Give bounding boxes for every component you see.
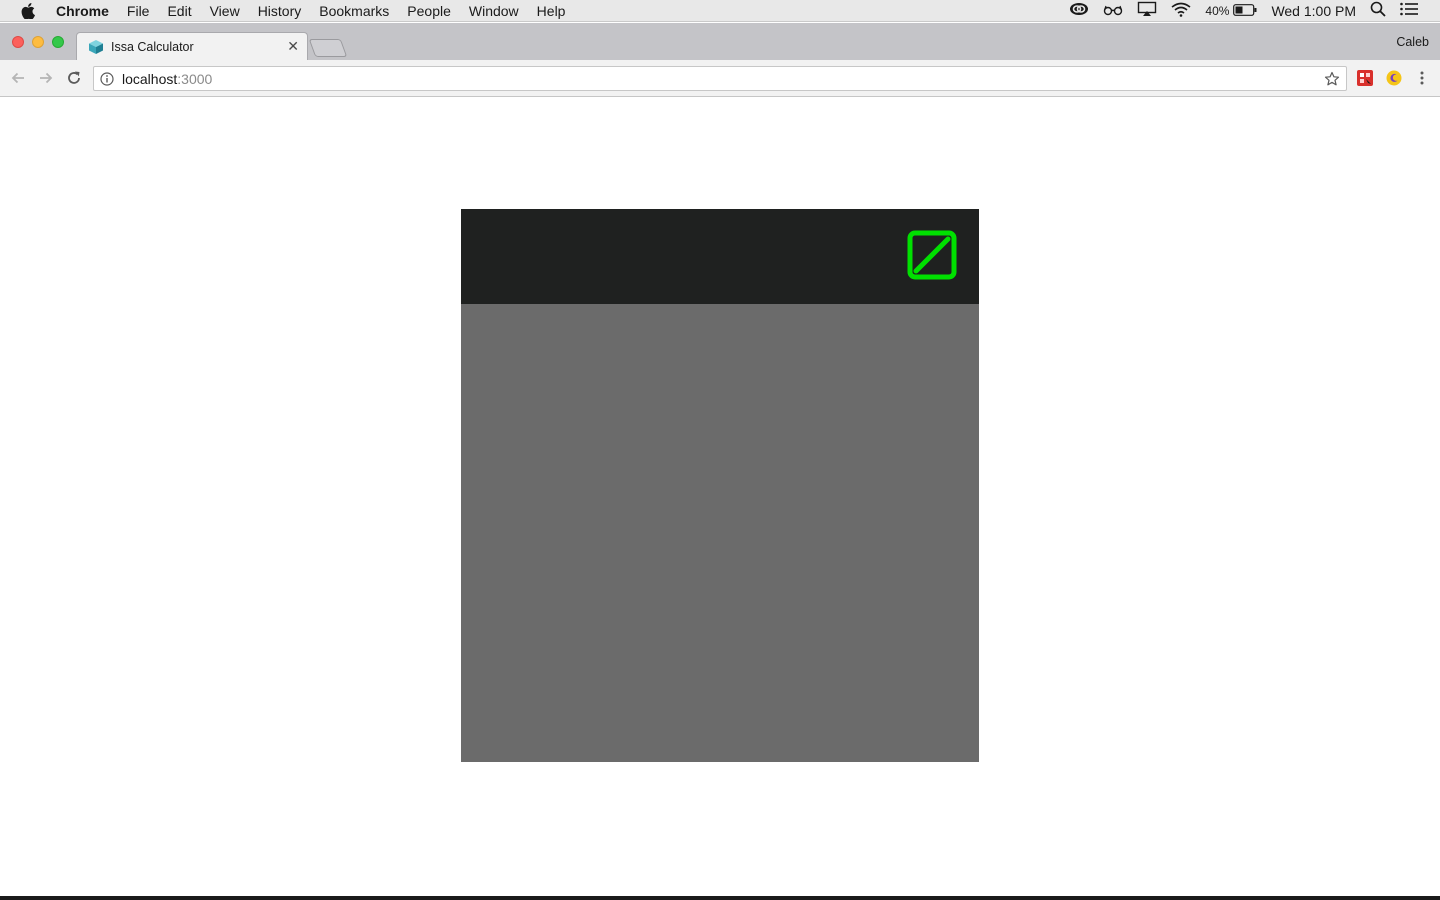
menu-people[interactable]: People: [398, 0, 460, 22]
menu-edit[interactable]: Edit: [158, 0, 200, 22]
minimize-window-button[interactable]: [32, 36, 44, 48]
calculator-header: [461, 209, 979, 304]
notification-center-icon[interactable]: [1400, 2, 1418, 19]
glasses-icon[interactable]: [1103, 3, 1123, 19]
url-port: :3000: [177, 70, 213, 87]
window-controls: [12, 36, 64, 48]
address-bar[interactable]: localhost:3000: [93, 66, 1347, 91]
menubar-clock[interactable]: Wed 1:00 PM: [1271, 3, 1356, 19]
menu-view[interactable]: View: [201, 0, 249, 22]
url-host: localhost: [122, 70, 178, 87]
airplay-icon[interactable]: [1137, 1, 1157, 20]
close-tab-icon[interactable]: ✕: [287, 38, 299, 55]
bookmark-star-icon[interactable]: [1324, 71, 1340, 87]
browser-toolbar: localhost:3000: [0, 60, 1440, 97]
chrome-menu-icon[interactable]: [1414, 70, 1430, 86]
new-tab-button[interactable]: [308, 39, 348, 57]
reload-icon[interactable]: [64, 68, 84, 88]
menu-bookmarks[interactable]: Bookmarks: [310, 0, 398, 22]
window-bottom-edge: [0, 896, 1440, 900]
battery-percent: 40%: [1205, 3, 1230, 18]
back-arrow-icon[interactable]: [8, 68, 28, 88]
fullscreen-window-button[interactable]: [52, 36, 64, 48]
cube-favicon-icon: [88, 39, 104, 55]
creative-cloud-icon[interactable]: [1069, 2, 1089, 19]
tab-title: Issa Calculator: [111, 39, 194, 54]
tab-strip: Issa Calculator ✕ Caleb: [0, 23, 1440, 60]
menu-file[interactable]: File: [118, 0, 159, 22]
extension-moon-icon[interactable]: [1386, 70, 1402, 86]
menu-window[interactable]: Window: [460, 0, 528, 22]
square-slash-icon[interactable]: [907, 230, 957, 280]
spotlight-search-icon[interactable]: [1370, 1, 1386, 20]
menu-help[interactable]: Help: [528, 0, 575, 22]
calculator-panel: [461, 209, 979, 762]
menu-history[interactable]: History: [249, 0, 311, 22]
wifi-icon[interactable]: [1171, 2, 1191, 20]
menu-app-name[interactable]: Chrome: [56, 0, 118, 22]
profile-name[interactable]: Caleb: [1396, 35, 1429, 49]
status-area: 40% Wed 1:00 PM: [1069, 1, 1440, 20]
menu-bar: Chrome File Edit View History Bookmarks …: [0, 0, 1440, 22]
forward-arrow-icon[interactable]: [36, 68, 56, 88]
site-info-icon[interactable]: [100, 71, 114, 86]
close-window-button[interactable]: [12, 36, 24, 48]
tab-issa-calculator[interactable]: Issa Calculator ✕: [76, 32, 308, 60]
apple-menu-icon[interactable]: [0, 2, 56, 19]
battery-icon[interactable]: [1233, 3, 1257, 19]
extension-red-icon[interactable]: [1357, 70, 1373, 86]
